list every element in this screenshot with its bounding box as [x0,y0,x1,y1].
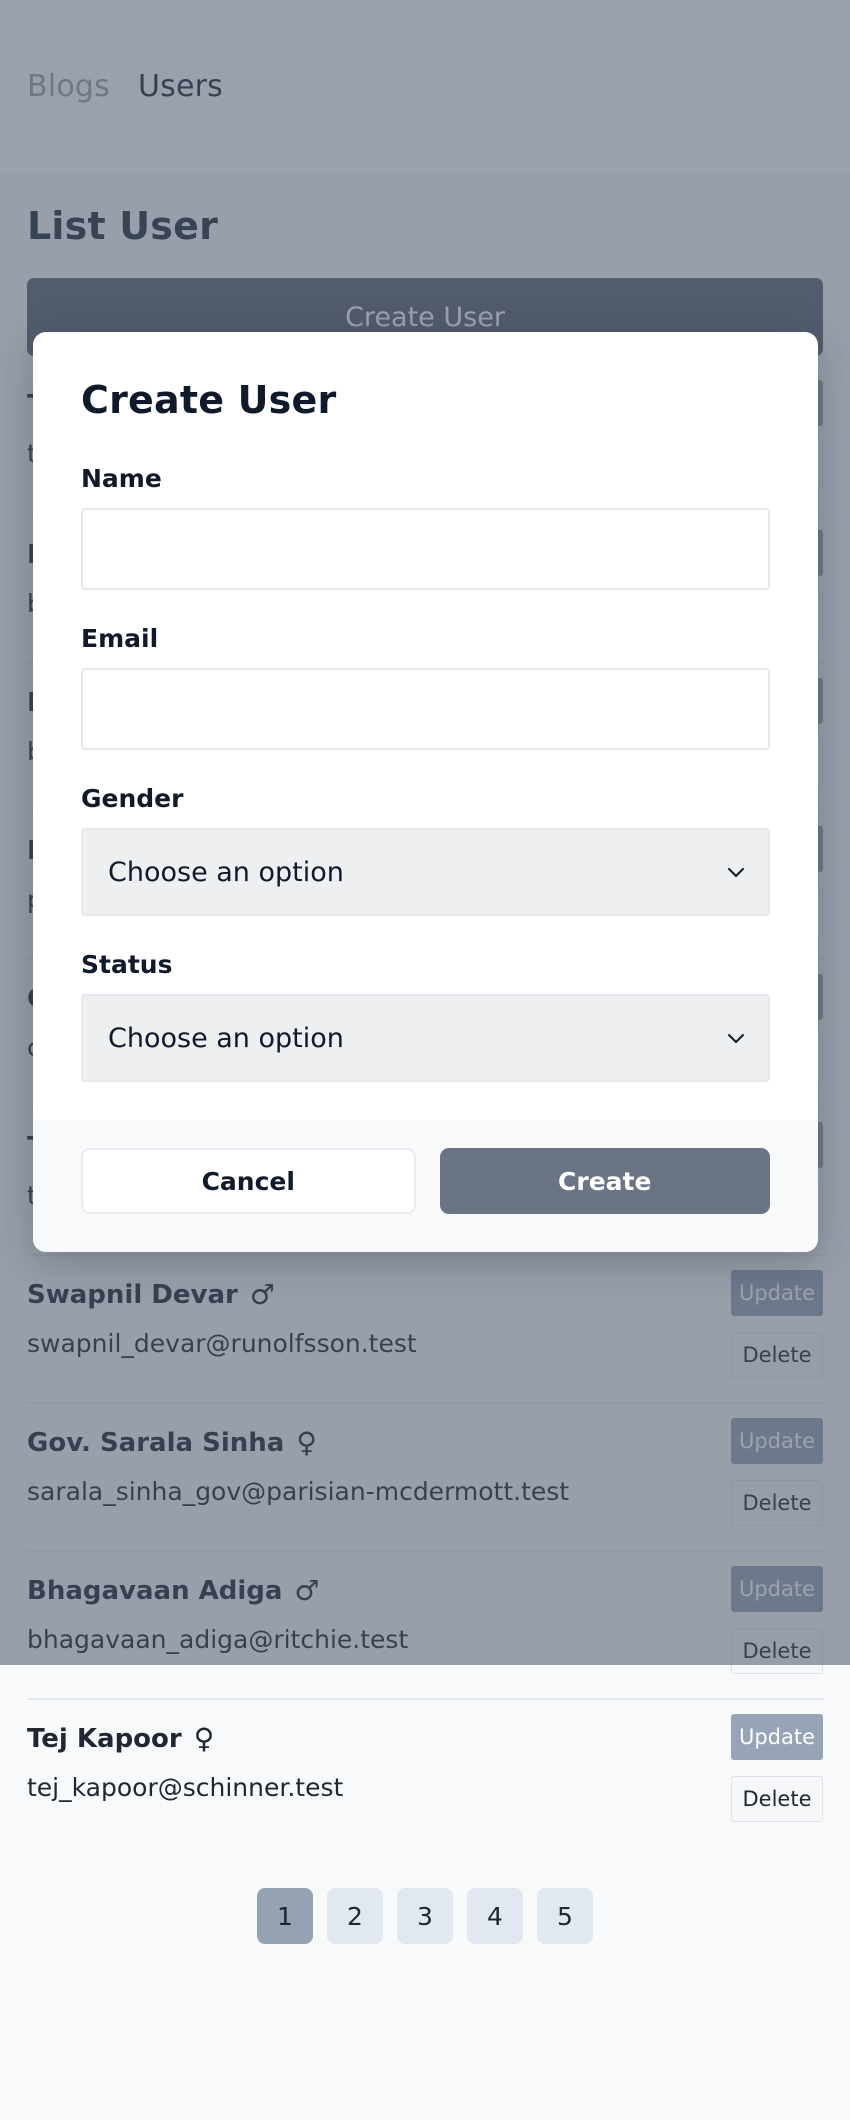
create-user-modal: Create User Name Email Gender Choose an … [33,332,818,1252]
status-label: Status [81,950,770,979]
update-button[interactable]: Update [731,1714,823,1760]
pagination: 12345 [27,1846,823,1984]
create-button[interactable]: Create [440,1148,771,1214]
field-email: Email [81,624,770,750]
pagination-page-5[interactable]: 5 [537,1888,593,1944]
field-status: Status Choose an option [81,950,770,1082]
email-label: Email [81,624,770,653]
status-select[interactable]: Choose an option [81,994,770,1082]
row-actions: Update Delete [731,1714,823,1822]
app-root: Blogs Users List User Create User Tejas … [0,0,850,2120]
pagination-page-2[interactable]: 2 [327,1888,383,1944]
cancel-button[interactable]: Cancel [81,1148,416,1214]
pagination-page-3[interactable]: 3 [397,1888,453,1944]
email-input[interactable] [81,668,770,750]
gender-select[interactable]: Choose an option [81,828,770,916]
name-label: Name [81,464,770,493]
modal-title: Create User [81,378,770,422]
delete-button[interactable]: Delete [731,1776,823,1822]
gender-select-wrap: Choose an option [81,828,770,916]
field-name: Name [81,464,770,590]
user-email: tej_kapoor@schinner.test [27,1773,823,1802]
name-input[interactable] [81,508,770,590]
user-row: Tej Kapoor♀tej_kapoor@schinner.testUpdat… [27,1698,823,1846]
status-select-wrap: Choose an option [81,994,770,1082]
user-name: Tej Kapoor ♀ [27,1722,823,1755]
field-gender: Gender Choose an option [81,784,770,916]
modal-footer: Cancel Create [33,1120,818,1252]
gender-label: Gender [81,784,770,813]
modal-body: Create User Name Email Gender Choose an … [33,332,818,1120]
user-name-text: Tej Kapoor [27,1724,182,1754]
pagination-page-4[interactable]: 4 [467,1888,523,1944]
pagination-page-1[interactable]: 1 [257,1888,313,1944]
gender-symbol-icon: ♀ [194,1722,215,1755]
